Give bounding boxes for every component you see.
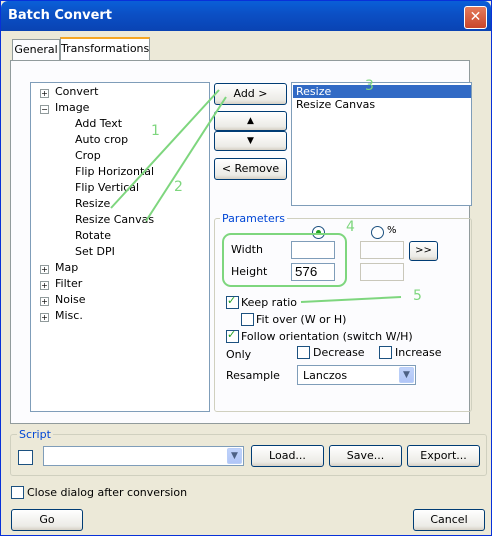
annotation-number-3: 3 [365, 78, 374, 94]
annotation-number-2: 2 [174, 179, 183, 195]
annotation-arrow-2 [145, 96, 227, 222]
annotation-number-1: 1 [151, 123, 160, 139]
annotation-overlay [110, 89, 402, 303]
annotation-arrow-5 [300, 296, 402, 303]
annotation-box [222, 233, 347, 287]
annotation-number-4: 4 [346, 219, 355, 235]
annotation-number-5: 5 [413, 288, 422, 304]
batch-convert-window: Batch Convert ✕ General Transformations … [0, 0, 492, 536]
